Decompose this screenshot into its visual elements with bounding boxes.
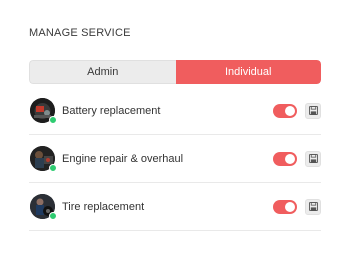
tab-individual[interactable]: Individual: [175, 60, 321, 84]
save-button[interactable]: [305, 198, 321, 215]
tab-admin[interactable]: Admin: [29, 60, 176, 84]
save-button[interactable]: [305, 102, 321, 119]
service-enabled-toggle[interactable]: [273, 151, 297, 166]
online-status-dot: [49, 116, 57, 124]
mode-segmented-control: Admin Individual: [29, 60, 321, 84]
floppy-disk-icon: [308, 106, 318, 115]
avatar: [30, 194, 57, 220]
service-row: Battery replacement: [29, 87, 321, 135]
save-button[interactable]: [305, 150, 321, 167]
service-label: Engine repair & overhaul: [62, 152, 184, 165]
floppy-disk-icon: [308, 154, 318, 163]
service-row: Engine repair & overhaul: [29, 135, 321, 183]
service-list: Battery replacement Engine repair & over…: [29, 87, 321, 231]
floppy-disk-icon: [308, 202, 318, 211]
service-label: Battery replacement: [62, 104, 161, 117]
avatar: [30, 146, 57, 172]
service-enabled-toggle[interactable]: [273, 199, 297, 214]
online-status-dot: [49, 164, 57, 172]
service-enabled-toggle[interactable]: [273, 103, 297, 118]
service-label: Tire replacement: [62, 200, 145, 213]
avatar: [30, 98, 57, 124]
online-status-dot: [49, 212, 57, 220]
page-title: MANAGE SERVICE: [29, 27, 131, 39]
service-row: Tire replacement: [29, 183, 321, 231]
